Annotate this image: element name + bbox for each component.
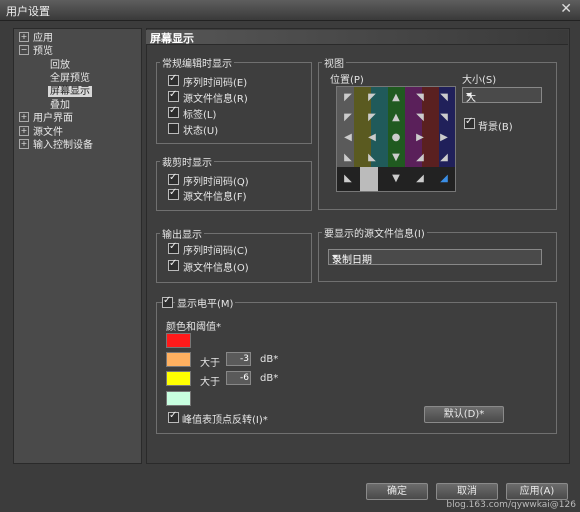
level-display-label: 显示电平(M) [175,295,236,310]
normal-tag-label: 标签(L) [183,110,217,121]
db-unit-label-2: dB* [260,373,279,384]
normal-seq-timecode-label: 序列时间码(E) [183,78,248,89]
view-label: 视图 [322,55,346,70]
trim-source-info-label: 源文件信息(F) [183,192,247,203]
level-color-swatch-4[interactable] [166,391,191,406]
normal-tag-checkbox[interactable] [168,105,179,118]
background-label: 背景(B) [478,122,513,133]
arrow-right-icon[interactable]: ▶ [435,130,453,145]
trim-seq-timecode-checkbox[interactable] [168,172,179,185]
source-info-value: 录制日期 [332,255,372,266]
tree-item-fullscreen-preview[interactable]: 全屏预览 [50,72,90,85]
window-title: 用户设置 [6,5,50,18]
expand-icon[interactable]: + [19,139,29,149]
arrow-sw-icon[interactable]: ◣ [339,171,357,186]
arrow-sw-icon[interactable]: ◣ [363,150,381,165]
arrow-nw-icon[interactable]: ◤ [339,90,357,105]
greater-than-label-2: 大于 [200,377,220,388]
cancel-button[interactable]: 取消 [436,483,498,500]
tree-item-input-devices[interactable]: + 输入控制设备 [19,139,93,152]
expand-icon[interactable]: + [19,32,29,42]
close-icon[interactable]: ✕ [560,1,572,17]
output-seq-timecode-checkbox[interactable] [168,241,179,254]
arrow-ne-icon[interactable]: ◥ [411,110,429,125]
arrow-se-icon[interactable]: ◢ [435,150,453,165]
watermark: blog.163.com/qywwkai@126 [446,500,576,510]
arrow-nw-icon[interactable]: ◤ [339,110,357,125]
tree-item-apply[interactable]: + 应用 [19,32,53,45]
threshold-1-input[interactable]: -3 [226,352,251,366]
tree-item-playback[interactable]: 回放 [50,59,70,72]
chevron-down-icon [332,255,338,259]
chevron-down-icon [466,93,472,97]
tree-item-preview[interactable]: − 预览 [19,45,53,58]
level-display-checkbox[interactable] [162,295,173,308]
arrow-nw-icon[interactable]: ◤ [363,90,381,105]
normal-seq-timecode-checkbox[interactable] [168,73,179,86]
db-unit-label-1: dB* [260,354,279,365]
arrow-right-icon[interactable]: ▶ [411,130,429,145]
trim-display-label: 裁剪时显示 [160,154,214,169]
arrow-up-icon[interactable]: ▲ [387,90,405,105]
tree-item-onscreen-display[interactable]: 屏幕显示 [48,85,92,98]
arrow-nw-icon[interactable]: ◤ [363,110,381,125]
output-source-info-label: 源文件信息(O) [183,263,249,274]
level-color-swatch-2[interactable] [166,352,191,367]
output-source-info-checkbox[interactable] [168,258,179,271]
position-grid: ◤ ◤ ▲ ◥ ◥ ◤ ◤ ▲ ◥ ◥ ◀ ◀ ● ▶ ▶ ◣ ◣ ▼ ◢ ◢ … [336,86,456,192]
ok-button[interactable]: 确定 [366,483,428,500]
tree-item-user-interface[interactable]: + 用户界面 [19,112,73,125]
source-info-label: 要显示的源文件信息(I) [322,225,427,240]
arrow-ne-icon[interactable]: ◥ [411,90,429,105]
arrow-down-icon[interactable]: ▼ [387,171,405,186]
arrow-up-icon[interactable]: ▲ [387,110,405,125]
background-checkbox[interactable] [464,116,475,129]
position-label: 位置(P) [330,75,364,86]
level-color-swatch-1[interactable] [166,333,191,348]
tree-item-source[interactable]: + 源文件 [19,126,63,139]
level-color-swatch-3[interactable] [166,371,191,386]
peak-invert-label: 峰值表顶点反转(I)* [182,415,268,426]
normal-status-checkbox[interactable] [168,123,179,134]
normal-display-label: 常规编辑时显示 [160,55,234,70]
arrow-se-icon[interactable]: ◢ [411,171,429,186]
arrow-left-icon[interactable]: ◀ [363,130,381,145]
tree-item-overlay[interactable]: 叠加 [50,99,70,112]
center-dot-icon[interactable]: ● [387,130,405,145]
peak-invert-checkbox[interactable] [168,410,179,423]
arrow-sw-icon[interactable]: ◣ [339,150,357,165]
greater-than-label-1: 大于 [200,358,220,369]
trim-source-info-checkbox[interactable] [168,187,179,200]
output-seq-timecode-label: 序列时间码(C) [183,246,248,257]
arrow-ne-icon[interactable]: ◥ [435,110,453,125]
arrow-se-icon[interactable]: ◢ [411,150,429,165]
size-select[interactable]: 大 [462,87,542,104]
page-title-bar: 屏幕显示 [146,30,568,45]
default-button[interactable]: 默认(D)* [424,406,504,423]
arrow-se-selected-icon[interactable]: ◢ [435,171,453,186]
arrow-down-icon[interactable]: ▼ [387,150,405,165]
output-display-label: 输出显示 [160,226,204,241]
expand-icon[interactable]: + [19,112,29,122]
arrow-ne-icon[interactable]: ◥ [435,90,453,105]
apply-button[interactable]: 应用(A) [506,483,568,500]
window-titlebar: 用户设置 ✕ [0,0,580,21]
threshold-2-input[interactable]: -6 [226,371,251,385]
expand-icon[interactable]: + [19,126,29,136]
size-label: 大小(S) [462,75,497,86]
settings-tree: + 应用 − 预览 回放 全屏预览 屏幕显示 叠加 + 用户界面 + 源文件 + 输入控制… [13,28,142,464]
normal-source-info-checkbox[interactable] [168,89,179,102]
normal-status-label: 状态(U) [183,126,219,137]
trim-seq-timecode-label: 序列时间码(Q) [183,177,249,188]
collapse-icon[interactable]: − [19,45,29,55]
normal-source-info-label: 源文件信息(R) [183,94,248,105]
arrow-left-icon[interactable]: ◀ [339,130,357,145]
source-info-select[interactable]: 录制日期 [328,249,542,266]
color-threshold-label: 颜色和阈值* [166,322,221,333]
page-title: 屏幕显示 [150,32,194,45]
